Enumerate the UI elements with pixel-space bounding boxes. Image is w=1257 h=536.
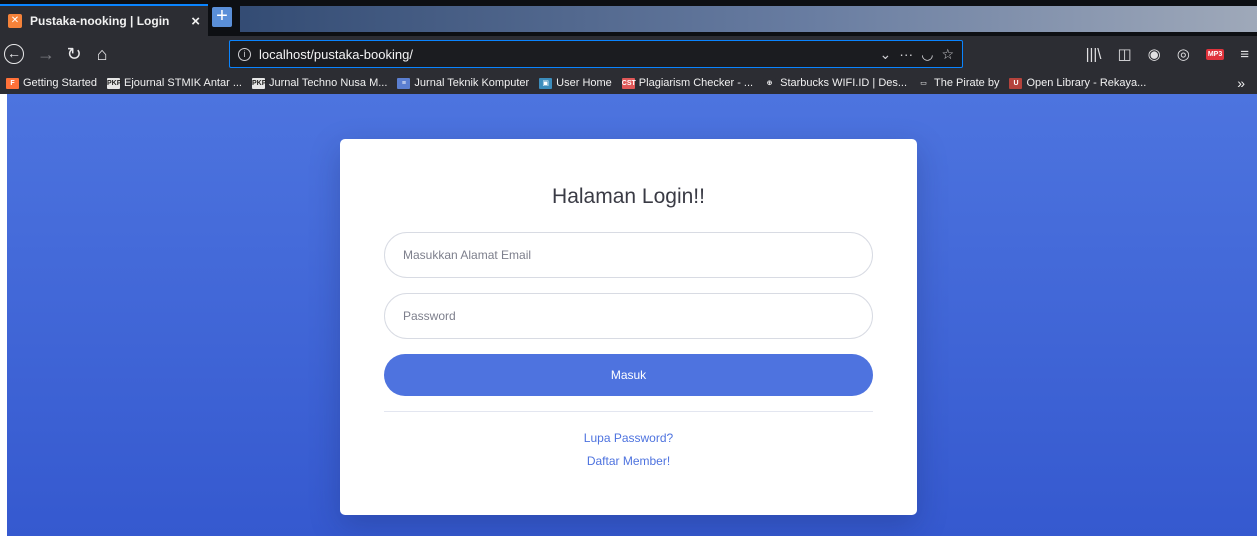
url-bar[interactable]: i localhost/pustaka-booking/ ⌄ ··· ◡ ☆ (229, 40, 963, 68)
bookmark-item[interactable]: CST Plagiarism Checker - ... (621, 77, 754, 89)
account-icon[interactable]: ◎ (1177, 45, 1190, 63)
register-link[interactable]: Daftar Member! (340, 454, 917, 468)
forward-button[interactable]: → (32, 44, 60, 65)
bookmark-item[interactable]: PKP Ejournal STMIK Antar ... (107, 77, 242, 89)
forgot-password-link[interactable]: Lupa Password? (340, 431, 917, 445)
reload-button[interactable]: ↻ (60, 44, 88, 65)
bookmark-favicon-icon: F (6, 77, 19, 89)
pocket-icon[interactable]: ◡ (921, 46, 933, 63)
tab-title: Pustaka-nooking | Login (30, 14, 170, 28)
mp3-extension-icon[interactable]: MP3 (1205, 48, 1225, 60)
bookmark-favicon-icon: ⊕ (763, 77, 777, 89)
page-title: Halaman Login!! (552, 185, 705, 208)
bookmark-favicon-icon: ≡ (397, 77, 411, 89)
new-tab-button[interactable]: + (212, 6, 232, 27)
bookmark-item[interactable]: PKP Jurnal Techno Nusa M... (252, 77, 387, 89)
bookmark-favicon-icon: ▭ (917, 77, 931, 89)
globe-icon[interactable]: ◉ (1148, 45, 1161, 63)
browser-tab-active[interactable]: ✕ Pustaka-nooking | Login × (0, 4, 208, 36)
bookmark-item[interactable]: ≡ Jurnal Teknik Komputer (397, 77, 529, 89)
bookmark-label: Ejournal STMIK Antar ... (124, 77, 242, 89)
bookmark-favicon-icon: ▣ (539, 77, 553, 89)
login-button[interactable]: Masuk (384, 354, 873, 396)
bookmark-label: The Pirate by (934, 77, 1000, 89)
bookmark-item[interactable]: U Open Library - Rekaya... (1009, 77, 1146, 89)
bookmark-label: User Home (556, 77, 612, 89)
bookmark-label: Open Library - Rekaya... (1026, 77, 1147, 89)
browser-tab-bar: ✕ Pustaka-nooking | Login × + (0, 0, 1257, 36)
url-text[interactable]: localhost/pustaka-booking/ (259, 47, 871, 62)
bookmark-label: Starbucks WIFI.ID | Des... (780, 77, 908, 89)
page-background: Halaman Login!! Masuk Lupa Password? Daf… (7, 94, 1257, 536)
bookmark-item[interactable]: ▭ The Pirate by (917, 77, 999, 89)
browser-toolbar-right: |||\ ◫ ◉ ◎ MP3 ≡ (1086, 36, 1249, 72)
info-icon[interactable]: i (238, 47, 251, 61)
back-button[interactable]: ← (4, 44, 24, 64)
password-field[interactable] (384, 293, 873, 339)
bookmark-label: Plagiarism Checker - ... (638, 77, 754, 89)
bookmark-label: Getting Started (23, 77, 97, 89)
library-icon[interactable]: |||\ (1086, 46, 1102, 63)
bookmarks-bar: F Getting Started PKP Ejournal STMIK Antar … (0, 72, 1257, 94)
sidebar-icon[interactable]: ◫ (1117, 45, 1131, 63)
bookmark-favicon-icon: U (1009, 77, 1023, 89)
login-card: Halaman Login!! Masuk Lupa Password? Daf… (340, 139, 917, 515)
url-dropdown-icon[interactable]: ⌄ (879, 46, 891, 63)
bookmark-favicon-icon: PKP (107, 77, 122, 89)
xampp-icon: ✕ (8, 14, 22, 28)
home-button[interactable]: ⌂ (88, 44, 116, 65)
blurred-background-tabs (240, 6, 1257, 32)
bookmark-item[interactable]: ⊕ Starbucks WIFI.ID | Des... (763, 77, 907, 89)
bookmark-label: Jurnal Techno Nusa M... (269, 77, 388, 89)
bookmark-favicon-icon: PKP (252, 77, 267, 89)
divider (384, 411, 873, 412)
bookmark-label: Jurnal Teknik Komputer (414, 77, 530, 89)
close-icon[interactable]: × (191, 13, 200, 30)
bookmark-item[interactable]: F Getting Started (6, 77, 97, 89)
bookmark-item[interactable]: ▣ User Home (539, 77, 612, 89)
menu-icon[interactable]: ≡ (1240, 46, 1249, 63)
bookmarks-overflow-icon[interactable]: » (1237, 75, 1245, 91)
bookmark-star-icon[interactable]: ☆ (941, 46, 954, 63)
page-actions-icon[interactable]: ··· (899, 46, 913, 62)
email-field[interactable] (384, 232, 873, 278)
bookmark-favicon-icon: CST (621, 77, 636, 89)
browser-nav-bar: ← → ↻ ⌂ i localhost/pustaka-booking/ ⌄ ·… (0, 36, 1257, 72)
